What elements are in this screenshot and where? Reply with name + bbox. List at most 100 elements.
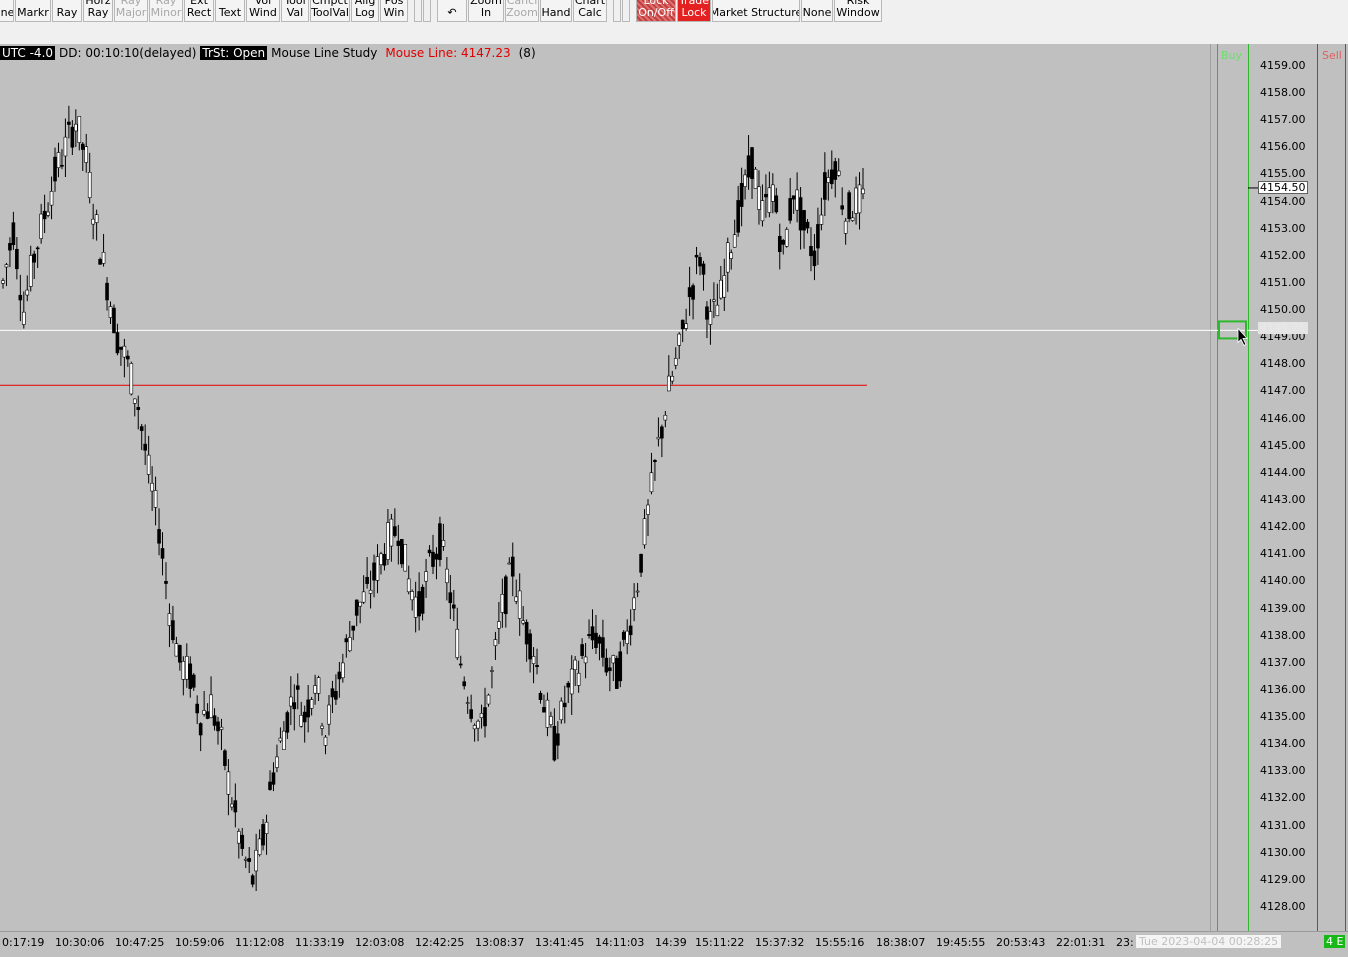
candle-body — [63, 136, 68, 157]
candle-body — [719, 279, 723, 299]
candle-body — [70, 126, 75, 148]
candle-body — [403, 544, 408, 572]
toolbar-button-9[interactable]: Tool Val — [281, 0, 309, 22]
toolbar-button-19[interactable]: Chart Calc — [573, 0, 607, 22]
toolbar-button-4[interactable]: Ray Major — [114, 0, 148, 22]
candle-body — [504, 576, 508, 615]
candle-body — [132, 398, 137, 404]
candle-body — [427, 549, 432, 554]
candle-body — [452, 604, 456, 609]
candle-body — [458, 663, 463, 666]
price-axis-label: 4150.00 — [1260, 303, 1306, 317]
candle-body — [108, 306, 113, 318]
toolbar-button-24[interactable]: Market Structure — [712, 0, 800, 22]
candle-body — [80, 143, 85, 150]
toolbar-button-7[interactable]: Text — [215, 0, 245, 22]
toolbar-button-26[interactable]: Risk Window — [834, 0, 882, 22]
candle-body — [510, 556, 515, 577]
price-axis-label: 4145.00 — [1260, 438, 1306, 452]
candle-body — [729, 252, 734, 259]
candle-body — [434, 553, 439, 560]
candle-body — [594, 632, 598, 649]
candle-body — [486, 694, 491, 705]
toolbar-button-18[interactable]: Hand — [540, 0, 572, 22]
toolbar-button-8[interactable]: Vol Wind — [246, 0, 280, 22]
candle-body — [313, 685, 317, 694]
chart-canvas[interactable] — [0, 44, 1348, 931]
candle-body — [611, 655, 616, 664]
toolbar-button-15[interactable]: ↶ — [437, 0, 467, 22]
candle-body — [396, 540, 401, 546]
candle-body — [268, 781, 272, 790]
toolbar-button-1[interactable]: Markr — [15, 0, 51, 22]
candle-body — [178, 645, 182, 663]
toolbar-button-10[interactable]: Cmpct ToolVal — [310, 0, 350, 22]
candle-body — [122, 345, 127, 358]
toolbar-button-22[interactable]: Lock On/Off — [636, 0, 676, 22]
candle-body — [420, 586, 425, 614]
buy-column-label[interactable]: Buy — [1221, 49, 1242, 62]
trade-state-badge: TrSt: Open — [200, 46, 268, 60]
sell-column-label[interactable]: Sell — [1322, 49, 1342, 62]
price-axis-label: 4151.00 — [1260, 275, 1306, 289]
candle-body — [372, 562, 376, 581]
price-axis-label: 4155.00 — [1260, 167, 1306, 181]
corner-badge[interactable]: 4 E — [1324, 935, 1346, 948]
time-axis-label: 20:53:43 — [996, 936, 1046, 949]
candle-body — [354, 599, 359, 616]
candle-body — [344, 638, 349, 643]
toolbar-button-2[interactable]: Ray — [52, 0, 82, 22]
time-axis-label: 11:33:19 — [295, 936, 345, 949]
toolbar-button-20[interactable] — [613, 0, 621, 22]
toolbar-button-25[interactable]: None — [801, 0, 833, 22]
candle-body — [257, 838, 262, 855]
candle-body — [850, 217, 855, 221]
candle-body — [590, 626, 595, 641]
candle-body — [212, 715, 217, 726]
toolbar-button-13[interactable] — [414, 0, 422, 22]
toolbar-button-23[interactable]: Trade Lock — [677, 0, 711, 22]
candle-body — [129, 363, 134, 395]
candle-body — [663, 414, 668, 421]
price-axis-label: 4133.00 — [1260, 764, 1306, 778]
candle-body — [833, 161, 838, 180]
price-axis-label: 4129.00 — [1260, 872, 1306, 886]
time-axis-label: 15:37:32 — [755, 936, 805, 949]
price-axis-label: 4152.00 — [1260, 248, 1306, 262]
toolbar-button-0[interactable]: ine — [0, 0, 14, 22]
candle-body — [531, 656, 536, 664]
candle-body — [701, 263, 706, 275]
candle-body — [476, 720, 480, 729]
candle-body — [254, 849, 258, 872]
candle-body — [538, 692, 543, 701]
toolbar-button-17[interactable]: Cancl Zoom — [505, 0, 539, 22]
candle-body — [753, 168, 758, 189]
chart-status-bar: UTC -4.0 DD: 00:10:10(delayed) TrSt: Ope… — [0, 45, 540, 61]
candle-body — [195, 703, 199, 714]
toolbar-button-14[interactable] — [423, 0, 431, 22]
toolbar-button-5[interactable]: Ray Minor — [149, 0, 183, 22]
price-chart[interactable]: UTC -4.0 DD: 00:10:10(delayed) TrSt: Ope… — [0, 44, 1348, 931]
crosshair-date-tag: Tue 2023-04-04 00:28:25 — [1136, 935, 1282, 948]
candle-body — [278, 737, 283, 742]
toolbar-button-3[interactable]: Horz Ray — [83, 0, 113, 22]
toolbar-button-11[interactable]: Alig Log — [351, 0, 379, 22]
candle-body — [167, 613, 172, 626]
price-axis-label: 4138.00 — [1260, 628, 1306, 642]
candle-body — [514, 596, 519, 602]
toolbar-button-16[interactable]: Zoom In — [468, 0, 504, 22]
candle-body — [566, 682, 571, 688]
candle-body — [243, 858, 248, 861]
price-axis-label: 4153.00 — [1260, 221, 1306, 235]
price-axis-label: 4158.00 — [1260, 86, 1306, 99]
candle-body — [393, 526, 397, 536]
candle-body — [635, 590, 640, 593]
toolbar-button-6[interactable]: Ext Rect — [184, 0, 214, 22]
toolbar-button-12[interactable]: Pos Win — [380, 0, 408, 22]
candle-body — [205, 711, 210, 719]
toolbar-button-21[interactable] — [622, 0, 630, 22]
time-axis-label: 12:03:08 — [355, 936, 405, 949]
time-axis-label: 15:11:22 — [695, 936, 745, 949]
time-axis[interactable]: 23: 22:01:31 20:53:43 19:45:55 18:38:07 15:55… — [0, 931, 1348, 957]
candle-body — [410, 591, 414, 601]
